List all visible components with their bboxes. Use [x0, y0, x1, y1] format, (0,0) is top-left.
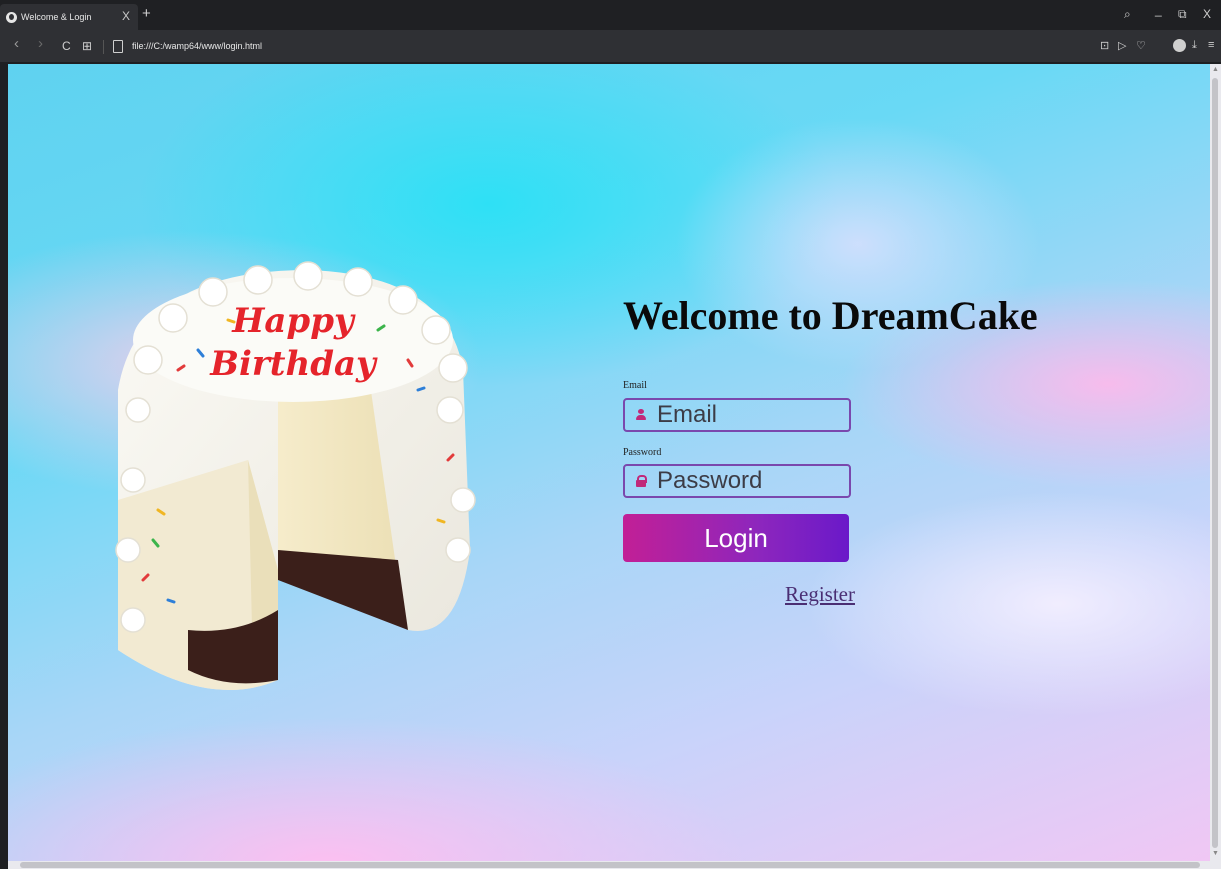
horizontal-scroll-thumb[interactable] [20, 862, 1200, 868]
login-button[interactable]: Login [623, 514, 849, 562]
password-label: Password [623, 447, 662, 458]
lock-icon [635, 475, 647, 487]
back-icon[interactable]: ‹ [14, 35, 19, 52]
scroll-down-icon[interactable]: ▼ [1212, 850, 1219, 857]
email-field-wrapper [623, 398, 851, 432]
horizontal-scrollbar[interactable] [8, 861, 1221, 869]
close-icon[interactable]: X [1203, 7, 1211, 21]
restore-icon[interactable]: ⧉ [1178, 7, 1187, 22]
page-viewport: Happy Birthday Welcome to DreamCake Emai… [8, 64, 1210, 861]
email-label: Email [623, 380, 647, 391]
url-field[interactable]: file:///C:/wamp64/www/login.html [132, 41, 262, 51]
vertical-scroll-thumb[interactable] [1212, 78, 1218, 848]
forward-icon[interactable]: › [38, 35, 43, 52]
register-link[interactable]: Register [785, 582, 855, 607]
search-icon[interactable]: ⌕ [1124, 7, 1131, 22]
email-field[interactable] [657, 401, 847, 429]
apps-icon[interactable]: ⊞ [82, 39, 92, 53]
minimize-icon[interactable]: _ [1155, 3, 1162, 17]
tab-close-icon[interactable]: X [122, 9, 130, 23]
birthday-cake-image: Happy Birthday [115, 261, 476, 690]
page-title: Welcome to DreamCake [623, 293, 1038, 338]
camera-icon[interactable]: ⊡ [1100, 39, 1109, 52]
new-tab-icon[interactable]: + [142, 5, 151, 22]
page-icon [113, 40, 123, 53]
user-icon [635, 409, 647, 421]
address-divider [103, 40, 104, 54]
send-icon[interactable]: ▷ [1118, 39, 1126, 52]
tab-active[interactable]: Welcome & Login X [0, 4, 138, 30]
heart-icon[interactable]: ♡ [1136, 39, 1146, 52]
cake-text-birthday: Birthday [209, 344, 378, 384]
menu-icon[interactable]: ≡ [1208, 39, 1214, 51]
scroll-up-icon[interactable]: ▲ [1212, 66, 1219, 73]
tab-bar: Welcome & Login X + ⌕ _ ⧉ X [0, 0, 1221, 30]
vertical-scrollbar[interactable]: ▲ ▼ [1210, 64, 1221, 861]
profile-avatar[interactable] [1173, 39, 1186, 52]
password-field[interactable] [657, 467, 847, 495]
address-bar: ‹ › C ⊞ file:///C:/wamp64/www/login.html… [0, 30, 1221, 62]
password-field-wrapper [623, 464, 851, 498]
reload-icon[interactable]: C [62, 39, 71, 53]
globe-icon [6, 11, 17, 23]
cake-text-happy: Happy [231, 301, 356, 341]
download-icon[interactable]: ⤓ [1192, 39, 1197, 52]
tab-title: Welcome & Login [21, 12, 92, 22]
